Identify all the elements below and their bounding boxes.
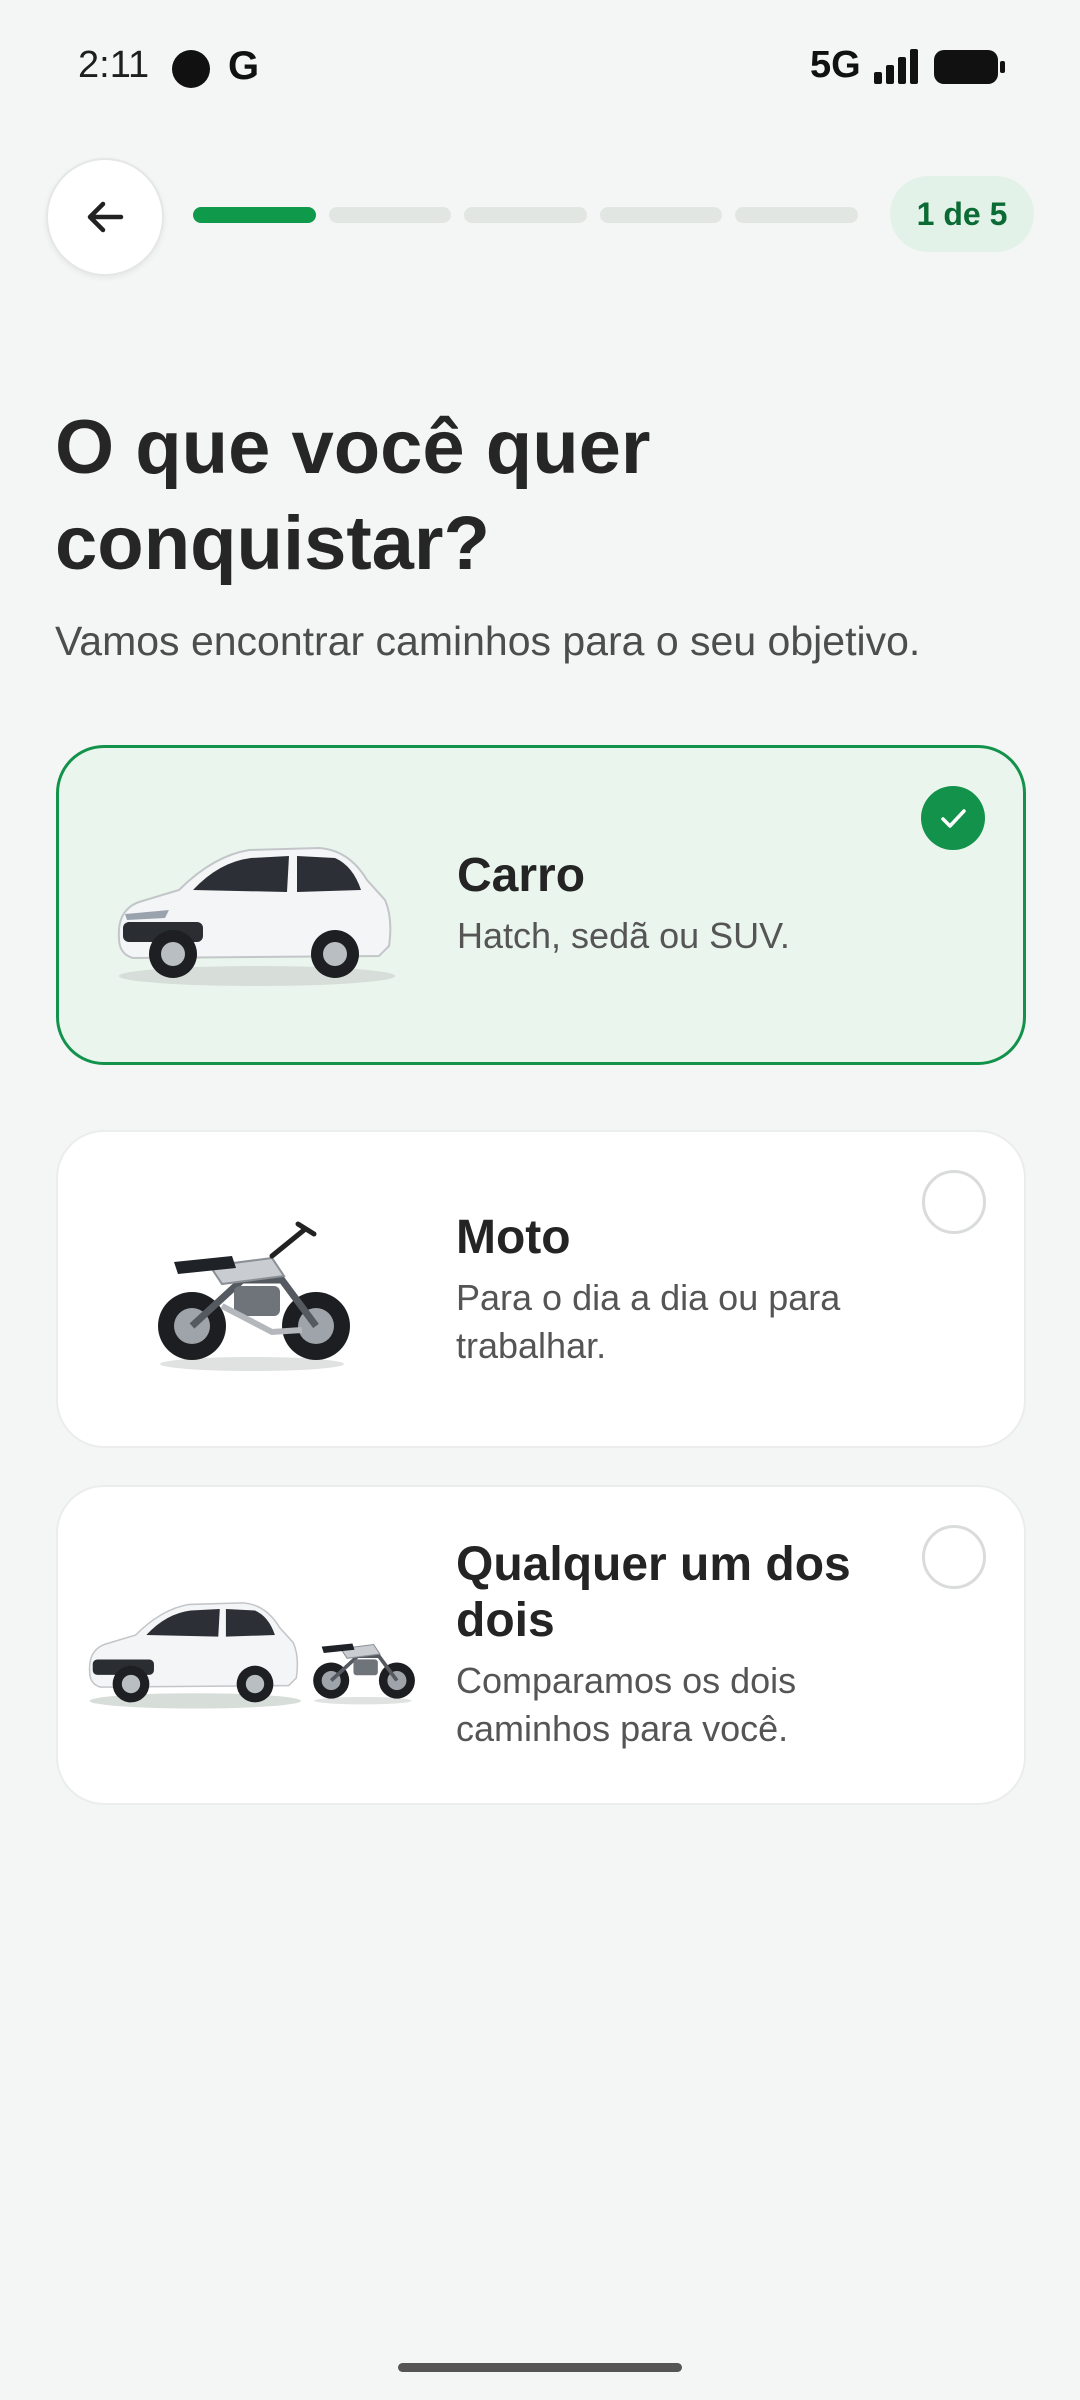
back-button[interactable]: [46, 158, 164, 276]
motorcycle-image: [313, 1643, 415, 1705]
google-icon: G: [228, 44, 260, 88]
option-card-carro[interactable]: Carro Hatch, sedã ou SUV.: [56, 745, 1026, 1065]
signal-icon: [874, 49, 918, 84]
radio-selected[interactable]: [921, 786, 985, 850]
motorcycle-image: [158, 1221, 350, 1371]
progress-bar: [193, 207, 858, 223]
arrow-left-icon: [87, 201, 124, 233]
screen: 2:11 G 5G 1 de 5 O que você quer conquis…: [0, 0, 1080, 2400]
step-indicator: 1 de 5: [890, 176, 1034, 252]
page-title: O que você quer conquistar?: [55, 405, 651, 586]
option-card-ambos[interactable]: Qualquer um dos dois Comparamos os dois …: [56, 1485, 1026, 1805]
progress-segment: [599, 207, 723, 223]
option-description: Para o dia a dia ou para trabalhar.: [456, 1277, 841, 1366]
option-description: Hatch, sedã ou SUV.: [457, 915, 790, 956]
home-indicator[interactable]: [398, 2363, 682, 2372]
status-time: 2:11: [78, 44, 150, 86]
battery-icon: [934, 50, 1005, 84]
status-bar: 2:11 G 5G: [0, 0, 1080, 136]
option-title: Qualquer um dos dois: [456, 1538, 851, 1647]
option-title: Moto: [456, 1211, 571, 1264]
progress-segment: [328, 207, 452, 223]
option-text: Carro Hatch, sedã ou SUV.: [457, 848, 917, 960]
option-card-moto[interactable]: Moto Para o dia a dia ou para trabalhar.: [56, 1130, 1026, 1448]
progress-segment: [464, 207, 587, 223]
option-text: Moto Para o dia a dia ou para trabalhar.: [456, 1210, 916, 1370]
car-image: [88, 1602, 301, 1709]
page-subtitle: Vamos encontrar caminhos para o seu obje…: [55, 618, 921, 664]
progress-segment: [735, 207, 858, 223]
notification-dot-icon: [172, 50, 210, 88]
option-text: Qualquer um dos dois Comparamos os dois …: [456, 1537, 916, 1753]
network-type: 5G: [810, 44, 861, 86]
radio-unselected[interactable]: [922, 1170, 986, 1234]
option-description: Comparamos os dois caminhos para você.: [456, 1660, 797, 1749]
radio-unselected[interactable]: [922, 1525, 986, 1589]
car-image: [117, 846, 395, 986]
check-icon: [941, 809, 966, 828]
progress-segment: [193, 207, 316, 223]
option-title: Carro: [457, 849, 586, 902]
